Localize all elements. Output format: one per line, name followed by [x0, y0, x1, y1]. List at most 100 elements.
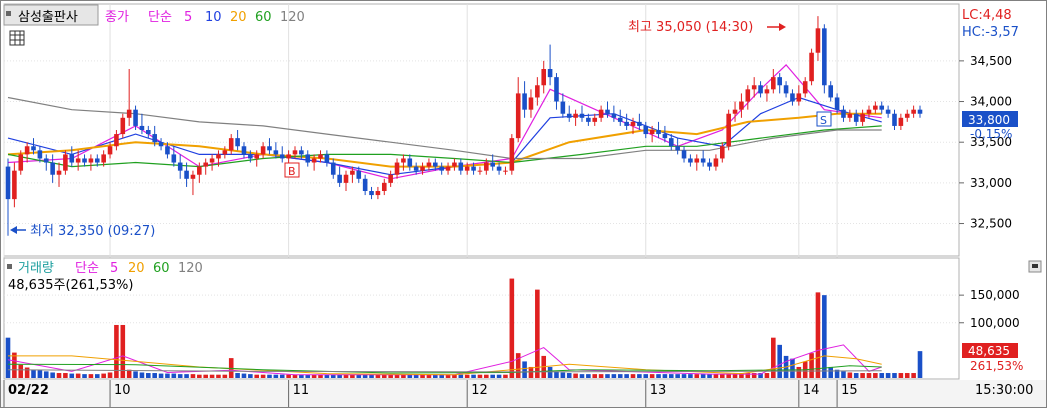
volume-bar — [190, 374, 196, 378]
volume-bar — [184, 374, 189, 378]
volume-bar — [624, 374, 629, 378]
volume-bar — [713, 374, 719, 378]
sell-marker[interactable]: S — [816, 111, 832, 127]
candle-body — [343, 174, 349, 183]
candle-body — [892, 113, 897, 126]
buy-marker[interactable]: B — [284, 162, 300, 178]
volume-bar — [75, 373, 81, 378]
candle-body — [873, 105, 878, 110]
time-axis: 02/22 10 11 12 13 14 15 15:30:00 — [1, 380, 1046, 407]
volume-bar — [879, 373, 885, 378]
legend-close-label: 종가 — [105, 10, 129, 25]
candle-body — [841, 109, 846, 118]
volume-bar — [5, 337, 11, 378]
volume-bar — [37, 370, 43, 378]
lc-value: LC:4,48 — [962, 8, 1012, 23]
candle-body — [579, 113, 585, 118]
candle-body — [751, 85, 757, 90]
volume-pane: 150,000 100,000 거래량 단순 5 20 60 120 48,635… — [3, 257, 1042, 380]
candle-body — [228, 138, 234, 151]
volume-bar — [630, 374, 636, 378]
high-annotation: 최고 35,050 (14:30) — [628, 20, 753, 35]
volume-bar — [254, 374, 260, 378]
candle-body — [120, 117, 126, 135]
candle-body — [586, 117, 591, 122]
volume-bar — [668, 374, 674, 378]
candle-body — [700, 158, 706, 163]
candle-body — [31, 146, 36, 151]
volume-title: 거래량 — [18, 261, 54, 276]
candle-body — [815, 28, 821, 53]
volume-bar — [165, 373, 170, 378]
volume-bar — [815, 292, 821, 378]
volume-bar — [560, 372, 566, 378]
candle-body — [273, 150, 279, 155]
candle-body — [458, 162, 464, 171]
stock-name: 삼성출판사 — [18, 10, 78, 25]
candle-body — [707, 162, 712, 167]
candle-body — [509, 138, 515, 171]
candle-body — [617, 117, 623, 122]
pane-minimize-icon[interactable] — [1028, 260, 1042, 273]
volume-bar — [688, 374, 693, 378]
candle-body — [279, 154, 285, 159]
candle-body — [771, 77, 776, 90]
price-tick-label: 34,500 — [970, 54, 1012, 68]
candle-body — [337, 174, 342, 183]
volume-bar — [152, 373, 157, 378]
candle-body — [318, 154, 323, 159]
candle-body — [777, 77, 782, 86]
volume-bar — [146, 373, 151, 378]
candle-body — [209, 158, 215, 163]
candle-body — [24, 146, 30, 155]
data-table-icon[interactable] — [9, 30, 25, 46]
candle-body — [528, 97, 534, 110]
buy-marker-label: B — [288, 165, 296, 178]
volume-bar — [528, 366, 534, 378]
volume-bar — [56, 373, 62, 378]
candle-body — [719, 146, 725, 159]
candle-body — [681, 150, 687, 159]
candle-body — [375, 191, 381, 196]
volume-bar — [675, 374, 680, 378]
candle-body — [917, 109, 923, 114]
candle-body — [260, 146, 266, 155]
candle-body — [790, 93, 795, 102]
volume-bar — [860, 373, 865, 378]
volume-bar — [260, 374, 266, 378]
candle-body — [764, 89, 770, 94]
candle-body — [362, 178, 368, 191]
volume-ma-type: 단순 — [75, 261, 99, 276]
volume-bar — [522, 361, 527, 378]
candle-body — [18, 154, 24, 171]
volume-bar — [241, 373, 247, 378]
candle-body — [675, 146, 680, 151]
candle-body — [88, 158, 94, 163]
volume-bar — [209, 374, 215, 378]
candle-body — [541, 69, 547, 86]
candle-body — [94, 158, 100, 163]
volume-bar — [649, 374, 655, 378]
candle-body — [758, 85, 763, 94]
volume-bar — [490, 374, 495, 378]
candle-body — [828, 85, 834, 98]
candle-body — [420, 166, 425, 171]
candle-body — [515, 93, 521, 139]
candle-body — [630, 121, 636, 126]
candle-body — [216, 154, 221, 159]
volume-ma-60: 60 — [153, 261, 170, 276]
candle-body — [477, 170, 483, 172]
candle-body — [573, 113, 578, 118]
price-tick-label: 32,500 — [970, 217, 1012, 231]
volume-bar — [12, 352, 17, 378]
volume-bar — [267, 374, 272, 378]
candle-body — [197, 166, 202, 175]
candle-body — [783, 85, 789, 94]
candle-body — [822, 28, 827, 86]
volume-bar — [617, 374, 623, 378]
candle-body — [624, 121, 629, 126]
volume-bar — [732, 374, 738, 378]
legend-ma-5: 5 — [184, 10, 192, 25]
volume-bar — [904, 373, 910, 378]
volume-bar — [222, 374, 228, 378]
